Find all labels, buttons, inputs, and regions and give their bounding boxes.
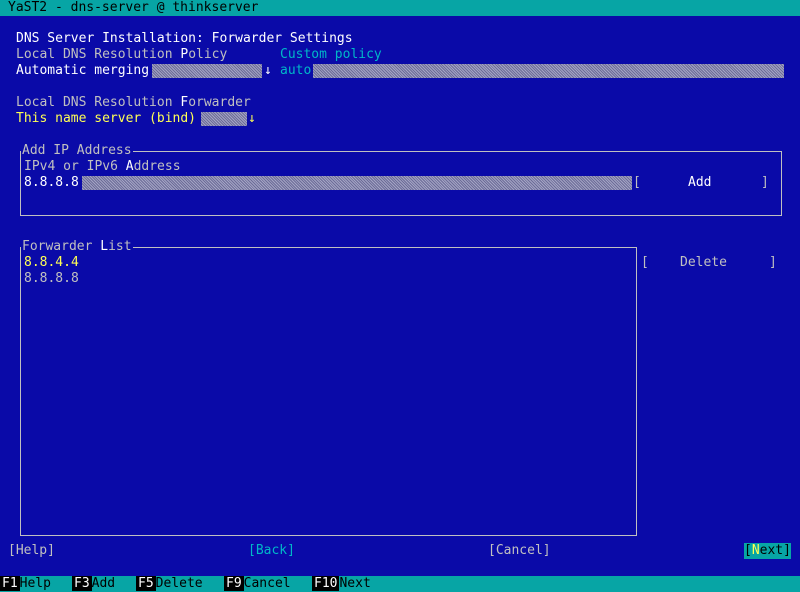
fkey-cancel[interactable]: F9 Cancel — [224, 576, 291, 592]
function-key-bar: F1 Help F3 Add F5 Delete F9 Cancel F10 Next — [0, 576, 800, 592]
delete-button-bracket-close: ] — [769, 255, 777, 270]
policy-label: Local DNS Resolution Policy — [16, 47, 228, 62]
chevron-down-icon[interactable]: ↓ — [248, 111, 256, 127]
chevron-down-icon[interactable]: ↓ — [264, 63, 272, 79]
fkey-add[interactable]: F3 Add — [72, 576, 115, 592]
back-button[interactable]: [Back] — [248, 543, 295, 559]
ip-address-value: 8.8.8.8 — [24, 175, 79, 190]
add-ip-frame-title: Add IP Address — [21, 143, 133, 159]
policy-field-fill — [152, 64, 262, 78]
help-button[interactable]: [Help] — [8, 543, 55, 559]
forwarder-value: This name server (bind) — [16, 111, 197, 126]
forwarder-label: Local DNS Resolution Forwarder — [16, 95, 251, 110]
fkey-delete[interactable]: F5 Delete — [136, 576, 203, 592]
fkey-next[interactable]: F10 Next — [312, 576, 371, 592]
forwarder-list-frame-title: Forwarder List — [21, 239, 133, 255]
delete-button-bracket-open: [ — [641, 255, 649, 270]
policy-value: Automatic merging — [16, 63, 150, 78]
add-button-bracket-close: ] — [761, 175, 769, 190]
custom-policy-field-fill — [313, 64, 784, 78]
forwarder-list-frame: Forwarder List — [20, 239, 637, 536]
window-title-bar: YaST2 - dns-server @ thinkserver — [0, 0, 800, 16]
add-button-bracket-open: [ — [633, 175, 641, 190]
forwarder-field-fill — [201, 112, 247, 126]
delete-button-label: Delete — [680, 255, 727, 270]
ip-address-label: IPv4 or IPv6 Address — [24, 159, 181, 174]
ip-address-field-fill — [82, 176, 632, 190]
dialog-heading: DNS Server Installation: Forwarder Setti… — [16, 31, 353, 46]
next-button[interactable]: [Next] — [744, 543, 791, 559]
window-title: YaST2 - dns-server @ thinkserver — [8, 0, 259, 15]
add-button-label: Add — [688, 175, 712, 190]
custom-policy-value: auto — [280, 63, 312, 78]
custom-policy-label: Custom policy — [280, 47, 382, 62]
list-item[interactable]: 8.8.8.8 — [24, 271, 79, 287]
fkey-help[interactable]: F1 Help — [0, 576, 51, 592]
cancel-button[interactable]: [Cancel] — [488, 543, 551, 559]
list-item[interactable]: 8.8.4.4 — [24, 255, 79, 271]
